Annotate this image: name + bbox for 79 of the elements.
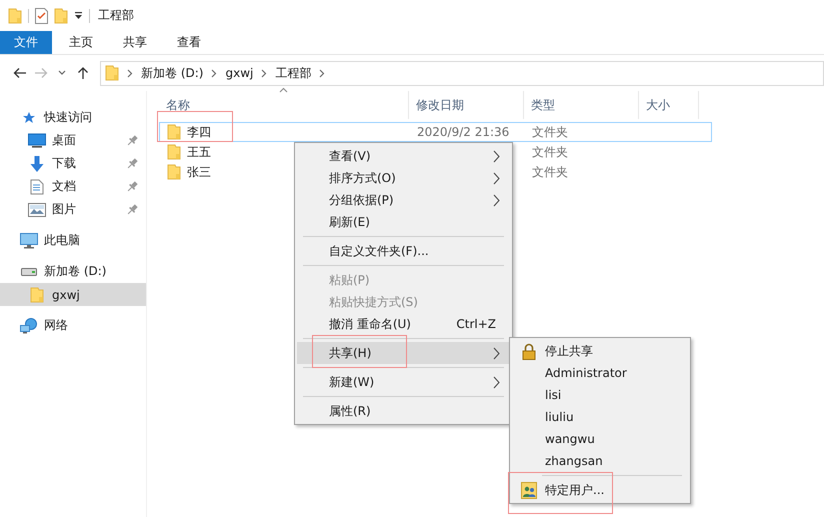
checklist-icon	[35, 8, 48, 24]
recent-caret-icon	[58, 70, 66, 76]
menu-item[interactable]: 分组依据(P)	[297, 189, 510, 211]
folder-icon	[30, 286, 44, 302]
file-type: 文件夹	[532, 164, 568, 178]
sidebar-item[interactable]: 新加卷 (D:)	[0, 260, 146, 283]
sidebar-item[interactable]: 桌面	[0, 129, 146, 152]
menu-item[interactable]: 撤消 重命名(U) Ctrl+Z	[297, 313, 510, 335]
column-header[interactable]: 修改日期	[409, 91, 524, 119]
download-icon	[29, 154, 45, 172]
sidebar-item[interactable]: 此电脑	[0, 229, 146, 252]
folder-icon	[105, 65, 119, 81]
lock-icon	[522, 342, 536, 360]
ribbon-tab[interactable]: 共享	[110, 31, 160, 54]
menu-item[interactable]: 属性(R)	[297, 400, 510, 422]
menu-item[interactable]: 共享(H)	[297, 342, 510, 364]
pin-icon[interactable]	[126, 134, 138, 146]
column-header[interactable]: 大小	[639, 91, 699, 119]
menu-item[interactable]: 排序方式(O)	[297, 167, 510, 189]
sidebar-item[interactable]: gxwj	[0, 283, 146, 306]
pin-icon[interactable]	[126, 180, 138, 192]
submenu-item[interactable]: wangwu	[512, 428, 688, 450]
dropdown-icon	[74, 10, 83, 20]
submenu-item[interactable]: liuliu	[512, 406, 688, 428]
folder-icon	[8, 8, 22, 24]
window-title: 工程部	[98, 7, 134, 24]
breadcrumb-chevron-icon	[261, 68, 268, 78]
ribbon-tab[interactable]: 查看	[164, 31, 214, 54]
submenu-item[interactable]: lisi	[512, 384, 688, 406]
star-icon	[22, 110, 36, 124]
folder-icon	[167, 144, 181, 160]
address-bar[interactable]: 新加卷 (D:) gxwj 工程部	[100, 60, 824, 86]
file-name: 李四	[187, 124, 211, 140]
ribbon-tab[interactable]: 主页	[56, 31, 106, 54]
file-name: 张三	[187, 164, 211, 180]
sort-caret-icon	[279, 87, 288, 93]
people-icon	[520, 482, 536, 498]
menu-item[interactable]: 查看(V)	[297, 145, 510, 167]
up-icon	[76, 66, 88, 80]
breadcrumb-item[interactable]: gxwj	[225, 66, 254, 80]
file-type: 文件夹	[532, 144, 568, 158]
pin-icon[interactable]	[126, 158, 138, 170]
menu-item[interactable]: 新建(W)	[297, 371, 510, 393]
folder-icon	[54, 8, 68, 24]
sidebar-item[interactable]: 文档	[0, 175, 146, 198]
column-header[interactable]: 类型	[524, 91, 639, 119]
forward-icon	[34, 67, 48, 79]
breadcrumb-chevron-icon	[127, 68, 133, 78]
desktop-icon	[28, 133, 46, 148]
document-icon	[30, 178, 44, 194]
sidebar-item[interactable]: 下载	[0, 152, 146, 175]
modified-date: 2020/9/2 21:36	[417, 125, 510, 139]
column-header[interactable]: 名称	[159, 91, 409, 119]
menu-item[interactable]: 自定义文件夹(F)...	[297, 240, 510, 262]
breadcrumb-chevron-icon	[211, 68, 218, 78]
computer-icon	[20, 232, 38, 248]
file-type: 文件夹	[532, 124, 568, 138]
breadcrumb-item[interactable]: 新加卷 (D:)	[141, 64, 204, 82]
sidebar-item[interactable]: 网络	[0, 314, 146, 337]
picture-icon	[28, 202, 46, 216]
folder-icon	[167, 124, 181, 140]
back-icon	[12, 67, 26, 79]
drive-icon	[21, 268, 37, 276]
submenu-item[interactable]: Administrator	[512, 362, 688, 384]
network-icon	[20, 318, 38, 334]
file-row[interactable]: 李四 2020/9/2 21:36 文件夹	[159, 122, 712, 142]
pin-icon[interactable]	[126, 204, 138, 216]
shortcut-label: Ctrl+Z	[456, 317, 496, 331]
menu-item[interactable]: 刷新(E)	[297, 211, 510, 233]
submenu-item[interactable]: 停止共享	[512, 340, 688, 362]
ribbon-tab[interactable]: 文件	[0, 31, 52, 54]
breadcrumb-chevron-icon	[319, 68, 326, 78]
submenu-item[interactable]: zhangsan	[512, 450, 688, 472]
sidebar-item[interactable]: 快速访问	[0, 106, 146, 129]
submenu-item[interactable]: 特定用户...	[512, 479, 688, 501]
breadcrumb-item[interactable]: 工程部	[275, 64, 312, 82]
folder-icon	[167, 164, 181, 180]
sidebar-item[interactable]: 图片	[0, 198, 146, 221]
file-name: 王五	[187, 144, 211, 160]
